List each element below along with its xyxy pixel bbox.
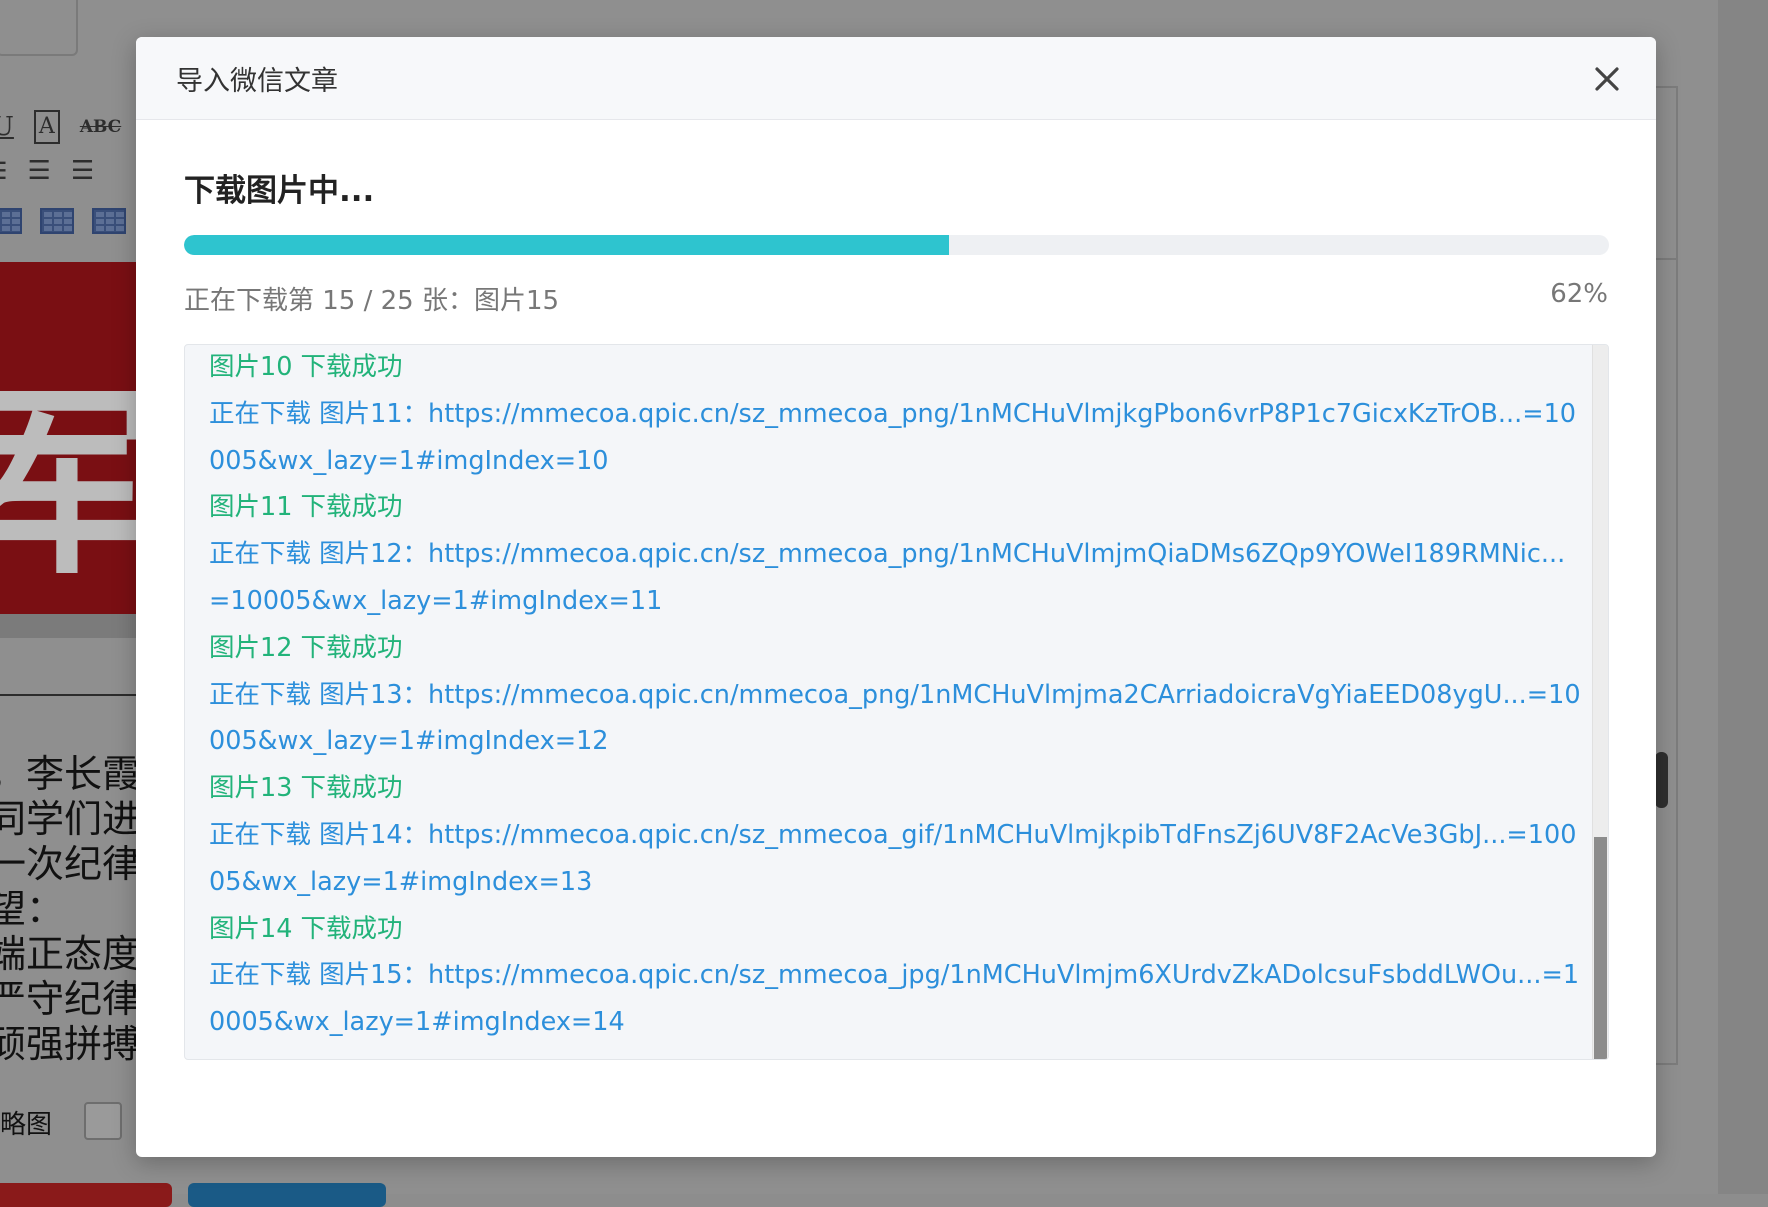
divider [0,694,138,696]
background-input [0,0,78,56]
log-success-line: 图片12 下载成功 [209,632,403,663]
log-download-line: 正在下载 图片13：https://mmecoa.qpic.cn/mmecoa_… [209,679,1581,757]
background-red-button[interactable] [0,1183,172,1207]
background-blue-button[interactable] [188,1183,386,1207]
log-download-line: 正在下载 图片12：https://mmecoa.qpic.cn/sz_mmec… [209,539,1566,616]
article-image: 军 [0,262,138,614]
underline-icon: U [0,112,14,142]
thumbnail-checkbox[interactable] [84,1102,122,1140]
log-success-line: 图片14 下载成功 [209,913,403,944]
align-center-icon: ☰ [70,156,95,186]
article-text-line: 顽强拼搏 [0,1022,141,1066]
editor-toolbar: U A ABC ☰ ☰ ☰ [0,100,138,250]
log-success-line: 图片13 下载成功 [209,773,403,804]
progress-percent: 62% [1550,279,1608,309]
close-icon[interactable] [1589,61,1625,97]
progress-status-text: 正在下载第 15 / 25 张：图片15 [184,286,560,316]
article-text-line: 端正态度 [0,932,141,976]
dialog-title: 导入微信文章 [176,66,338,97]
log-scrollbar-thumb[interactable] [1594,837,1607,1059]
font-color-icon: A [33,110,60,144]
download-log-content: 图片10 下载成功正在下载 图片11：https://mmecoa.qpic.c… [209,345,1584,1046]
strikethrough-icon: ABC [79,117,122,137]
page-scrollbar[interactable] [1718,0,1768,1194]
dialog-header: 导入微信文章 [136,37,1656,120]
log-download-line: 正在下载 图片15：https://mmecoa.qpic.cn/sz_mmec… [209,960,1580,1038]
close-icon-glyph [1595,67,1619,91]
insert-row-icon [40,208,74,234]
progress-bar-fill [184,235,949,255]
article-text-line: ，李长霞 [0,752,141,796]
log-scrollbar[interactable] [1592,345,1608,1059]
insert-column-icon [92,208,126,234]
progress-bar [184,235,1609,255]
table-icon [0,208,22,234]
article-image-text: 军 [0,369,138,602]
log-download-line: 正在下载 图片14：https://mmecoa.qpic.cn/sz_mmec… [209,819,1577,897]
image-caption-strip [0,614,138,638]
article-text-line: 一次纪律 [0,842,141,886]
article-text-line: 严守纪律 [0,977,141,1021]
article-text: ，李长霞 同学们进 一次纪律 望： 端正态度 严守纪律 顽强拼搏 [0,752,148,1067]
article-text-line: 望： [0,887,65,931]
side-drag-handle[interactable] [1655,752,1668,808]
indent-icon: ☰ [0,156,8,186]
thumbnail-label: 略图 [0,1110,53,1140]
log-success-line: 图片11 下载成功 [209,492,403,523]
article-text-line: 同学们进 [0,797,141,841]
import-wechat-article-dialog: 导入微信文章 下载图片中... 正在下载第 15 / 25 张：图片15 62%… [136,37,1656,1157]
align-left-icon: ☰ [27,156,51,186]
download-log[interactable]: 图片10 下载成功正在下载 图片11：https://mmecoa.qpic.c… [184,344,1609,1060]
log-download-line: 正在下载 图片11：https://mmecoa.qpic.cn/sz_mmec… [209,398,1577,476]
download-status-title: 下载图片中... [184,173,375,209]
log-success-line: 图片10 下载成功 [209,352,403,382]
